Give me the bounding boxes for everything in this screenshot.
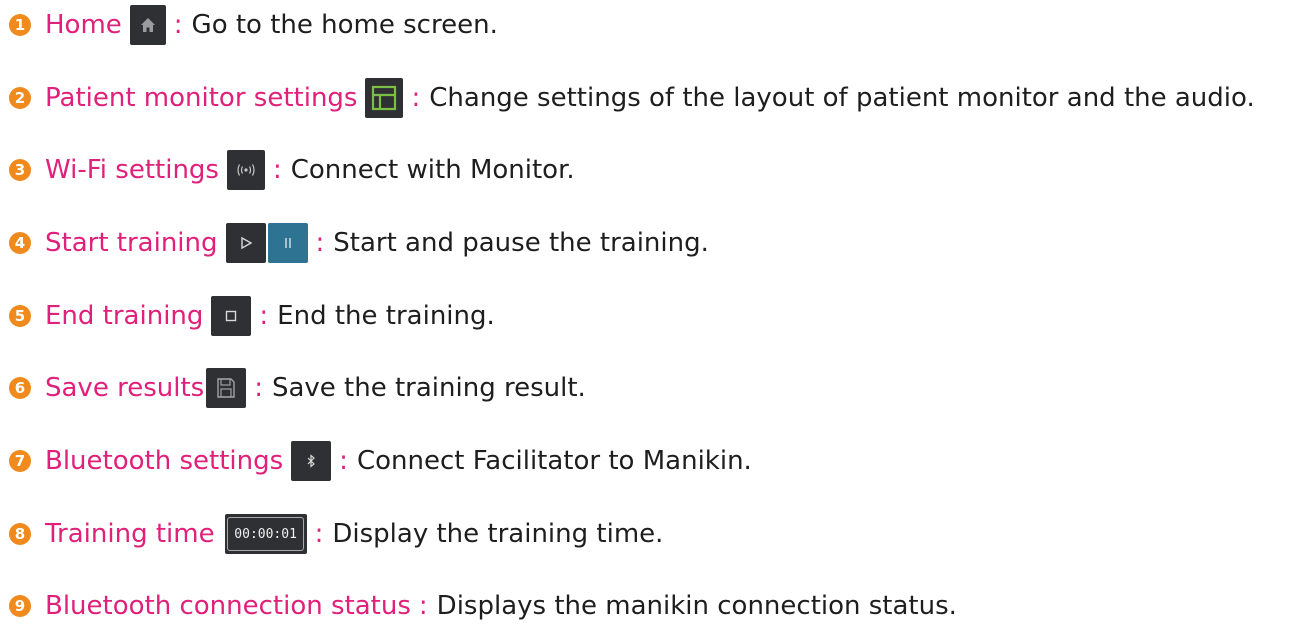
item-description: Start and pause the training.	[333, 228, 709, 258]
colon: :	[315, 228, 325, 258]
colon: :	[314, 519, 324, 549]
number-badge: 1	[9, 14, 31, 36]
home-icon	[129, 5, 166, 45]
item-label: Patient monitor settings	[45, 83, 358, 113]
colon: :	[339, 446, 348, 476]
pause-icon	[267, 223, 308, 263]
item-description: Connect with Monitor.	[290, 155, 575, 185]
item-description: Connect Facilitator to Manikin.	[356, 446, 752, 476]
colon: :	[259, 301, 269, 331]
item-label: Start training	[45, 228, 218, 258]
stop-icon	[211, 296, 252, 336]
layout-icon	[365, 78, 404, 118]
save-icon	[206, 368, 247, 408]
item-label: Home	[45, 10, 122, 40]
legend-item-patient-monitor-settings: 2 Patient monitor settings : Change sett…	[9, 76, 1255, 120]
item-label: Wi-Fi settings	[45, 155, 219, 185]
item-label: Training time	[45, 519, 215, 549]
number-badge: 3	[9, 159, 31, 181]
number-badge: 6	[9, 377, 31, 399]
legend-item-wifi-settings: 3 Wi-Fi settings : Connect with Monitor.	[9, 148, 575, 192]
legend-item-home: 1 Home : Go to the home screen.	[9, 3, 498, 47]
item-label: Bluetooth connection status	[45, 591, 411, 621]
bluetooth-icon	[291, 441, 332, 481]
legend-item-start-training: 4 Start training : Start and pause the t…	[9, 221, 709, 265]
colon: :	[411, 83, 421, 113]
legend-item-training-time: 8 Training time 00:00:01 : Display the t…	[9, 512, 663, 556]
item-description: Change settings of the layout of patient…	[429, 83, 1255, 113]
colon: :	[173, 10, 183, 40]
item-description: Displays the manikin connection status.	[436, 591, 957, 621]
timer-display: 00:00:01	[224, 514, 307, 554]
item-description: End the training.	[277, 301, 495, 331]
item-description: Display the training time.	[332, 519, 664, 549]
number-badge: 4	[9, 232, 31, 254]
number-badge: 9	[9, 595, 31, 617]
number-badge: 8	[9, 523, 31, 545]
legend-item-bluetooth-settings: 7 Bluetooth settings : Connect Facilitat…	[9, 439, 752, 483]
colon: :	[272, 155, 282, 185]
legend-item-bluetooth-connection-status: 9 Bluetooth connection status : Displays…	[9, 584, 957, 628]
item-description: Save the training result.	[271, 373, 586, 403]
colon: :	[418, 591, 428, 621]
play-icon	[225, 223, 266, 263]
item-label: Bluetooth settings	[45, 446, 284, 476]
legend-item-end-training: 5 End training : End the training.	[9, 294, 495, 338]
item-label: End training	[45, 301, 204, 331]
number-badge: 5	[9, 305, 31, 327]
legend-item-save-results: 6 Save results : Save the training resul…	[9, 366, 586, 410]
colon: :	[254, 373, 263, 403]
number-badge: 2	[9, 87, 31, 109]
wifi-broadcast-icon	[226, 150, 265, 190]
timer-value: 00:00:01	[227, 517, 304, 551]
item-description: Go to the home screen.	[191, 10, 498, 40]
number-badge: 7	[9, 450, 31, 472]
item-label: Save results	[45, 373, 205, 403]
